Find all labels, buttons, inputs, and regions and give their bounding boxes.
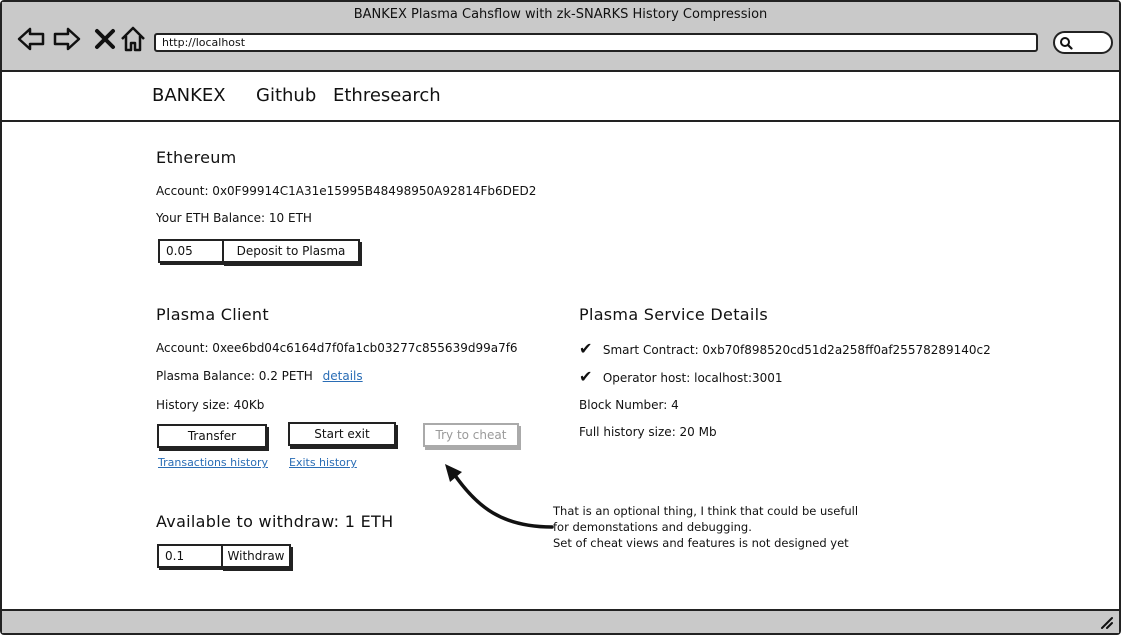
smart-contract-text: Smart Contract: 0xb70f898520cd51d2a258ff…: [602, 343, 991, 357]
status-bar: [2, 609, 1119, 633]
start-exit-button[interactable]: Start exit: [288, 422, 396, 446]
exits-history-link[interactable]: Exits history: [289, 456, 357, 469]
back-arrow-icon[interactable]: [16, 24, 46, 54]
nav-link-ethresearch[interactable]: Ethresearch: [333, 85, 441, 106]
plasma-client-heading: Plasma Client: [156, 305, 269, 324]
block-number: Block Number: 4: [579, 398, 679, 412]
eth-balance: Your ETH Balance: 10 ETH: [156, 211, 312, 225]
ethereum-account: Account: 0x0F99914C1A31e15995B48498950A9…: [156, 184, 537, 198]
annotation-line-2: for demonstations and debugging.: [553, 520, 752, 534]
plasma-balance: Plasma Balance: 0.2 PETH details: [156, 369, 363, 383]
window-title: BANKEX Plasma Cahsflow with zk-SNARKS Hi…: [353, 7, 768, 22]
annotation-line-3: Set of cheat views and features is not d…: [553, 536, 849, 550]
annotation-note: That is an optional thing, I think that …: [553, 503, 858, 551]
search-box[interactable]: [1053, 31, 1113, 54]
plasma-account: Account: 0xee6bd04c6164d7f0fa1cb03277c85…: [156, 341, 518, 355]
withdraw-amount-input[interactable]: 0.1: [157, 544, 223, 568]
details-link[interactable]: details: [323, 369, 363, 383]
withdraw-button[interactable]: Withdraw: [221, 544, 291, 568]
deposit-to-plasma-button[interactable]: Deposit to Plasma: [222, 239, 360, 263]
resize-grip-icon[interactable]: [1099, 615, 1113, 629]
url-bar[interactable]: http://localhost: [154, 33, 1038, 52]
deposit-amount-input[interactable]: 0.05: [158, 239, 224, 263]
nav-link-github[interactable]: Github: [256, 85, 316, 106]
nav-brand-bankex[interactable]: BANKEX: [152, 85, 226, 106]
ethereum-heading: Ethereum: [156, 148, 237, 167]
transfer-button[interactable]: Transfer: [157, 424, 267, 448]
search-icon: [1060, 37, 1073, 50]
transactions-history-link[interactable]: Transactions history: [158, 456, 268, 469]
full-history-size: Full history size: 20 Mb: [579, 425, 717, 439]
navbar: BANKEX Github Ethresearch: [2, 72, 1119, 122]
checkmark-icon: ✔: [579, 339, 593, 358]
history-size: History size: 40Kb: [156, 398, 265, 412]
annotation-line-1: That is an optional thing, I think that …: [553, 504, 859, 518]
home-icon[interactable]: [118, 24, 148, 54]
operator-host-text: Operator host: localhost:3001: [602, 371, 783, 385]
title-bar: BANKEX Plasma Cahsflow with zk-SNARKS Hi…: [2, 2, 1119, 72]
try-to-cheat-button[interactable]: Try to cheat: [423, 423, 519, 447]
checkmark-icon: ✔: [579, 367, 593, 386]
service-details-heading: Plasma Service Details: [579, 305, 768, 324]
annotation-arrow-icon: [445, 464, 554, 529]
close-icon[interactable]: [90, 24, 120, 54]
smart-contract-row: ✔ Smart Contract: 0xb70f898520cd51d2a258…: [579, 339, 991, 358]
operator-host-row: ✔ Operator host: localhost:3001: [579, 367, 783, 386]
withdraw-heading: Available to withdraw: 1 ETH: [156, 512, 394, 531]
plasma-balance-text: Plasma Balance: 0.2 PETH: [156, 369, 313, 383]
forward-arrow-icon[interactable]: [52, 24, 82, 54]
browser-window: BANKEX Plasma Cahsflow with zk-SNARKS Hi…: [0, 0, 1121, 635]
